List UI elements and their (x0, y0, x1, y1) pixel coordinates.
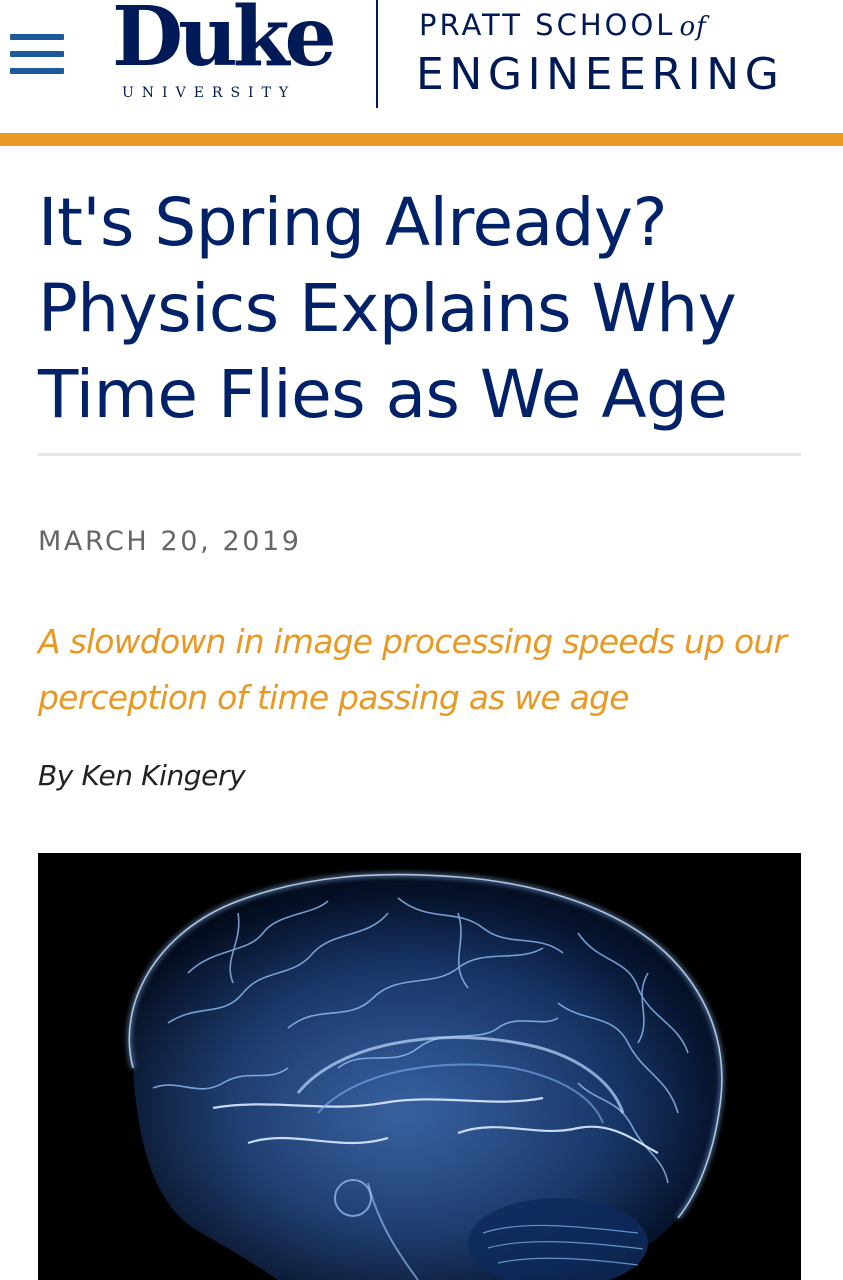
logo-word: Duke (112, 0, 337, 85)
glowing-brain-illustration (38, 853, 801, 1280)
duke-university-logo[interactable]: Duke UNIVERSITY (112, 0, 340, 106)
article-date: MARCH 20, 2019 (38, 526, 302, 557)
header-accent-rule (0, 133, 843, 146)
logo-subtitle: UNIVERSITY (122, 85, 297, 101)
school-name-top: PRATT SCHOOL of (419, 8, 707, 42)
hamburger-menu-icon[interactable] (10, 34, 64, 78)
school-name-bottom: ENGINEERING (416, 49, 785, 100)
article-byline: By Ken Kingery (38, 759, 246, 792)
title-divider (38, 453, 801, 456)
menu-bar (10, 68, 64, 74)
site-header: Duke UNIVERSITY PRATT SCHOOL of ENGINEERI… (0, 0, 843, 133)
school-name-of: of (679, 12, 707, 42)
article-title: It's Spring Already? Physics Explains Wh… (38, 184, 737, 433)
logo-divider (376, 0, 378, 108)
hero-image (38, 853, 801, 1280)
menu-bar (10, 51, 64, 57)
school-name-top-text: PRATT SCHOOL (419, 8, 676, 42)
menu-bar (10, 34, 64, 40)
article-subtitle: A slowdown in image processing speeds up… (38, 622, 787, 717)
